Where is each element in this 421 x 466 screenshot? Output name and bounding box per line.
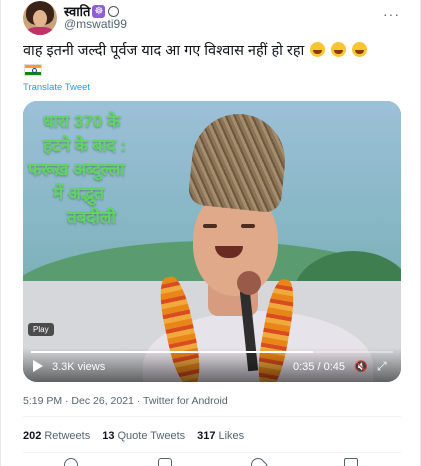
retweet-icon[interactable] [158, 458, 172, 466]
caption-line: में अद्भुत [53, 184, 104, 203]
action-bar [1, 455, 421, 466]
video-player[interactable]: धारा 370 के हटने के बाद : फरूख़ अब्दुल्ल… [23, 101, 401, 382]
share-icon[interactable] [344, 458, 358, 466]
speaker-eye [203, 224, 217, 228]
quote-tweets-label: Quote Tweets [117, 430, 186, 442]
rolling-laughing-emoji-icon [331, 42, 347, 57]
divider [23, 452, 401, 453]
india-flag-icon [24, 64, 42, 76]
likes-stat[interactable]: 317 Likes [197, 430, 244, 442]
author-handle[interactable]: @mswati99 [64, 17, 127, 31]
avatar-shirt [27, 27, 53, 35]
caption-line: हटने के बाद : [43, 136, 127, 155]
magnifier-emoji-icon [108, 5, 120, 17]
divider [23, 416, 401, 417]
play-icon[interactable] [33, 360, 43, 372]
tweet-timestamp[interactable]: 5:19 PM · Dec 26, 2021 · Twitter for And… [23, 395, 228, 407]
engagement-stats: 202 Retweets 13 Quote Tweets 317 Likes [23, 430, 244, 442]
caption-line: फरूख़ अब्दुल्ला [28, 160, 125, 179]
view-count: 3.3K views [52, 361, 106, 373]
retweets-label: Retweets [44, 430, 91, 442]
more-options-icon[interactable]: ··· [383, 6, 400, 22]
caption-line: धारा 370 के [43, 112, 121, 131]
microphone-icon [237, 271, 261, 295]
avatar[interactable] [23, 1, 57, 35]
fullscreen-icon[interactable]: ⤢ [377, 359, 387, 374]
dharma-wheel-emoji-icon: ☸ [92, 4, 106, 18]
like-icon[interactable] [248, 455, 268, 466]
rolling-laughing-emoji-icon [352, 42, 368, 57]
retweets-count: 202 [23, 430, 42, 442]
mute-icon[interactable]: 🔇 [354, 360, 368, 373]
quote-tweets-count: 13 [102, 430, 115, 442]
caption-line: तबदीली [67, 208, 116, 227]
tweet-text-body: वाह इतनी जल्दी पूर्वज याद आ गए विश्वास न… [23, 43, 305, 59]
likes-label: Likes [218, 430, 245, 442]
tweet-text: वाह इतनी जल्दी पूर्वज याद आ गए विश्वास न… [23, 41, 403, 61]
retweets-stat[interactable]: 202 Retweets [23, 430, 90, 442]
video-controls: 3.3K views 0:35 / 0:45 🔇 ⤢ [23, 348, 401, 382]
avatar-face [33, 10, 47, 27]
video-progress-fill [31, 351, 314, 353]
reply-icon[interactable] [64, 458, 78, 466]
video-progress-bar[interactable] [31, 351, 393, 353]
quote-tweets-stat[interactable]: 13 Quote Tweets [102, 430, 185, 442]
video-time: 0:35 / 0:45 [293, 361, 345, 373]
speaker-eye [241, 224, 255, 228]
play-badge: Play [28, 323, 54, 336]
rolling-laughing-emoji-icon [310, 42, 326, 57]
likes-count: 317 [197, 430, 216, 442]
translate-tweet-link[interactable]: Translate Tweet [23, 82, 90, 93]
tweet-card: स्वाति ☸ @mswati99 ··· वाह इतनी जल्दी पू… [0, 0, 421, 466]
